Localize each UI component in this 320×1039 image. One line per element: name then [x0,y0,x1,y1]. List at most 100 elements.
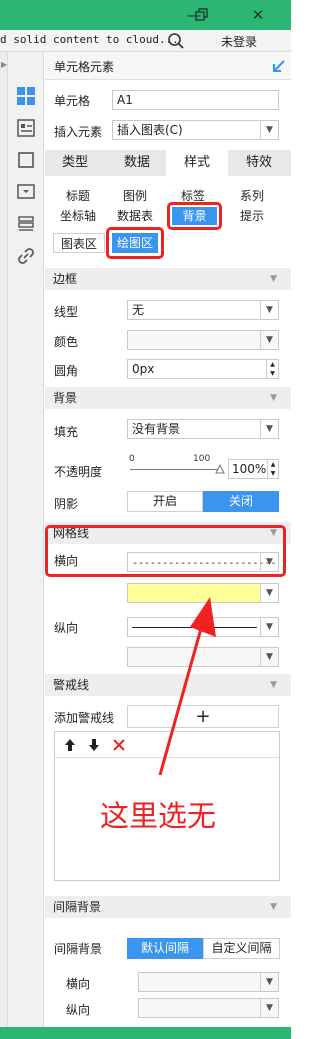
spinner-arrows-icon[interactable]: ▲ ▼ [267,460,278,478]
subtab-series[interactable]: 系列 [230,187,274,205]
line-type-label: 线型 [54,305,79,319]
annotation-arrow-icon [158,597,216,776]
annotation-text: 这里选无 [100,799,217,833]
subtab-legend[interactable]: 图例 [113,187,157,205]
shadow-label: 阴影 [54,497,79,511]
arrow-diagonal-icon [273,60,285,72]
collapse-triangle-icon: ▼ [270,274,277,284]
login-link[interactable]: 未登录 [221,33,257,50]
chevron-down-icon: ▼ [260,973,278,991]
subtab-axis[interactable]: 坐标轴 [56,207,100,225]
close-button[interactable]: ✕ [242,0,274,30]
spinner-arrows-icon[interactable]: ▲ ▼ [266,360,278,378]
cell-input[interactable]: A1 [112,90,279,110]
border-color-picker[interactable]: ▼ [127,330,279,350]
shadow-on-button[interactable]: 开启 [127,491,203,512]
border-section-title: 边框 [53,272,78,286]
cell-element-tab[interactable] [16,86,36,106]
shadow-off-button[interactable]: 关闭 [203,491,279,512]
cell-label: 单元格 [54,94,91,108]
fill-dropdown[interactable]: 没有背景 ▼ [127,419,279,439]
chevron-down-icon: ▼ [260,331,278,349]
tab-type[interactable]: 类型 [51,152,99,174]
chevron-down-icon: ▼ [260,648,278,666]
opacity-label: 不透明度 [54,465,103,479]
link-icon [18,248,34,264]
hyperlink-tab[interactable] [16,246,36,266]
cell-attribute-icon [17,119,35,137]
search-button[interactable] [167,32,185,50]
fill-value: 没有背景 [132,422,181,436]
vertical-gridline-label: 纵向 [54,621,79,635]
line-type-value: 无 [132,303,145,317]
warning-line-section-title: 警戒线 [53,678,90,692]
corner-radius-value: 0px [132,362,155,376]
restore-button[interactable] [186,0,218,30]
grid-blocks-icon [17,87,35,105]
slider-max-label: 100 [193,454,211,464]
tab-effect[interactable]: 特效 [234,152,284,174]
collapse-triangle-icon: ▼ [270,902,277,912]
border-color-label: 颜色 [54,335,79,349]
gridline-highlight-box [45,525,286,577]
background-section-title: 背景 [53,391,78,405]
side-icon-bar [8,52,44,1027]
line-type-dropdown[interactable]: 无 ▼ [127,300,279,320]
corner-radius-label: 圆角 [54,364,79,378]
widget-settings-tab[interactable] [16,150,36,170]
opacity-slider-track[interactable] [130,469,223,470]
border-section-header[interactable]: 边框 ▼ [45,268,291,290]
add-warning-line-label: 添加警戒线 [54,711,115,725]
subtab-datatable[interactable]: 数据表 [113,207,157,225]
tab-style[interactable]: 样式 [166,150,228,176]
cell-attribute-tab[interactable] [16,118,36,138]
opacity-input[interactable]: 100% ▲ ▼ [228,459,279,479]
chevron-down-icon: ▼ [260,420,278,438]
collapse-triangle-icon: ▼ [270,680,277,690]
status-bar [0,1027,291,1039]
form-box-icon [17,184,35,199]
delete-x-icon [113,739,125,751]
interval-bg-section-header[interactable]: 间隔背景 ▼ [45,896,291,918]
plot-area-tab-highlight [106,227,164,259]
interval-horizontal-label: 横向 [66,977,91,991]
stack-icon [18,216,34,231]
chevron-down-icon: ▼ [260,999,278,1017]
title-bar: — ✕ [0,0,291,30]
subtab-tooltip[interactable]: 提示 [230,207,274,225]
cloud-status-text: d solid content to cloud... [0,33,179,46]
move-up-button[interactable] [63,737,77,753]
square-icon [18,152,34,168]
window-restore-icon [195,8,208,21]
panel-title: 单元格元素 [54,60,115,74]
slider-min-label: 0 [129,454,135,464]
interval-vertical-color[interactable]: ▼ [138,998,279,1018]
arrow-up-icon [65,739,75,751]
search-icon [168,33,184,49]
arrow-down-icon [89,739,99,751]
insert-element-dropdown[interactable]: 插入图表(C) ▼ [112,120,279,140]
expand-arrow-icon[interactable]: ▶ [1,60,7,69]
slider-thumb-icon [215,463,225,474]
data-set-tab[interactable] [16,214,36,234]
interval-vertical-label: 纵向 [66,1003,91,1017]
template-tab[interactable] [16,182,36,202]
collapse-triangle-icon: ▼ [270,393,277,403]
insert-element-value: 插入图表(C) [117,123,183,137]
background-section-header[interactable]: 背景 ▼ [45,387,291,409]
tab-data[interactable]: 数据 [113,152,161,174]
interval-horizontal-color[interactable]: ▼ [138,972,279,992]
tab-chart-area[interactable]: 图表区 [53,233,105,253]
default-interval-button[interactable]: 默认间隔 [127,938,203,959]
insert-element-label: 插入元素 [54,125,103,139]
custom-interval-button[interactable]: 自定义间隔 [203,938,280,959]
opacity-slider-thumb[interactable] [215,463,225,474]
chevron-down-icon: ▼ [260,584,278,602]
corner-radius-input[interactable]: 0px ▲ ▼ [127,359,279,379]
delete-button[interactable] [111,737,127,753]
opacity-value: 100% [232,462,267,476]
move-down-button[interactable] [87,737,101,753]
subtab-title[interactable]: 标题 [56,187,100,205]
collapse-panel-button[interactable] [271,58,287,74]
background-tab-highlight [167,202,222,230]
